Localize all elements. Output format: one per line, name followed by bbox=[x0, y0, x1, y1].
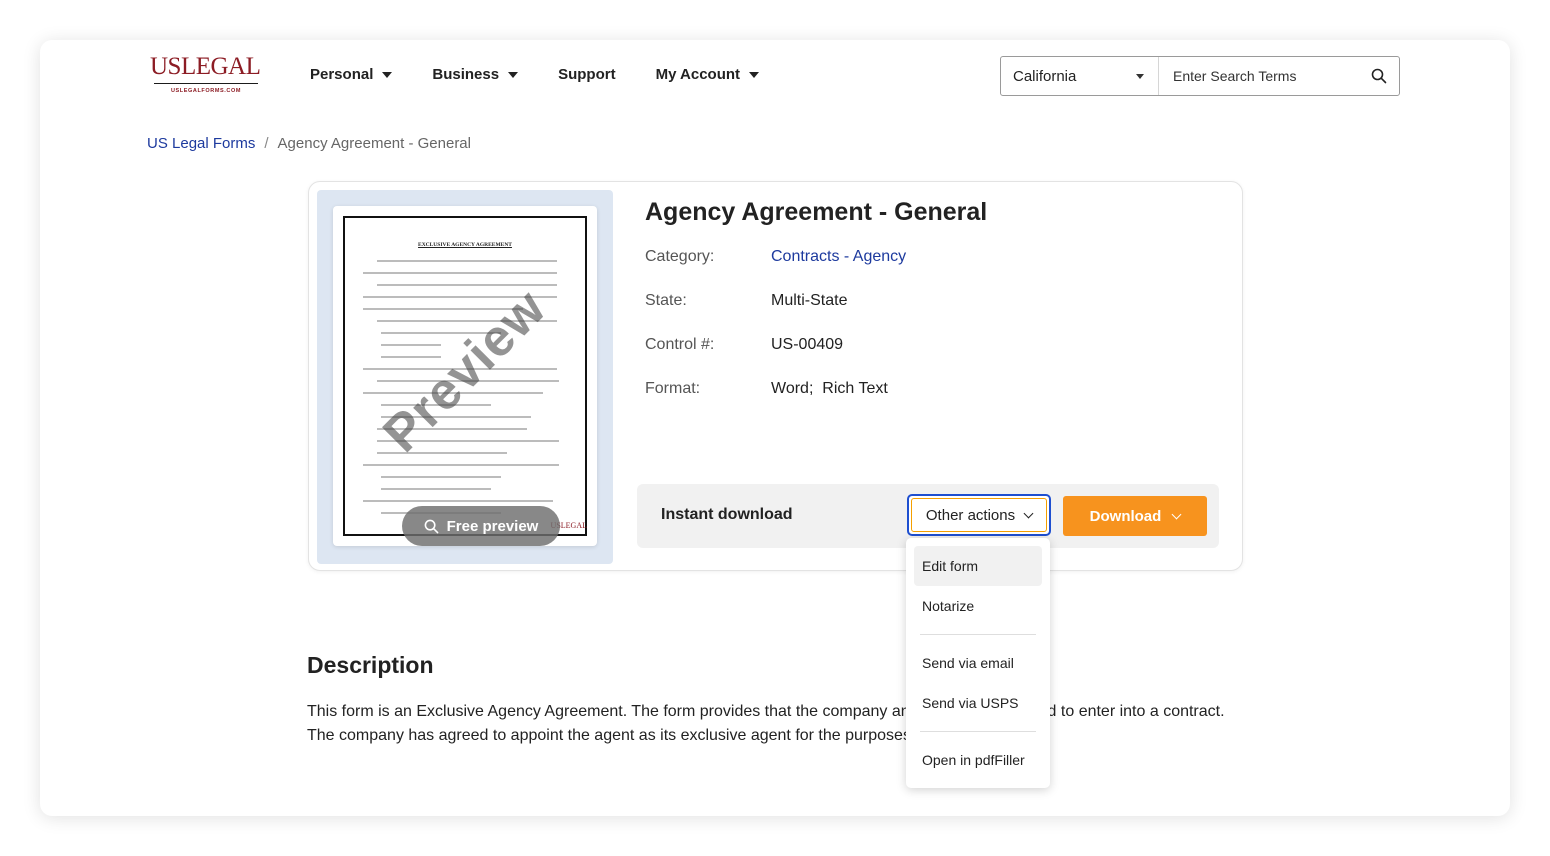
other-actions-menu: Edit form Notarize Send via email Send v… bbox=[906, 538, 1050, 788]
search-input[interactable]: Enter Search Terms bbox=[1159, 57, 1399, 95]
logo-subtext: USLEGALFORMS.COM bbox=[170, 88, 242, 94]
download-label: Download bbox=[1089, 507, 1162, 525]
search-icon[interactable] bbox=[1371, 68, 1387, 84]
document-text-line bbox=[381, 476, 501, 478]
menu-item-edit-form[interactable]: Edit form bbox=[914, 546, 1042, 586]
form-title: Agency Agreement - General bbox=[645, 198, 988, 226]
meta-control-number: Control #: US-00409 bbox=[645, 336, 843, 354]
document-thumbnail[interactable]: EXCLUSIVE AGENCY AGREEMENT Preview USLEG… bbox=[333, 206, 597, 546]
nav-business-label: Business bbox=[432, 66, 500, 83]
document-text-line bbox=[381, 356, 441, 358]
document-title: EXCLUSIVE AGENCY AGREEMENT bbox=[418, 242, 512, 248]
caret-down-icon bbox=[749, 71, 760, 78]
document-text-line bbox=[377, 284, 557, 286]
nav-personal-label: Personal bbox=[310, 66, 374, 83]
description-heading: Description bbox=[307, 652, 434, 678]
caret-down-icon bbox=[382, 71, 393, 78]
document-text-line bbox=[381, 488, 491, 490]
meta-value: Multi-State bbox=[771, 292, 848, 309]
search-icon bbox=[424, 519, 439, 533]
breadcrumb-current: Agency Agreement - General bbox=[277, 135, 471, 152]
document-text-line bbox=[363, 464, 559, 466]
breadcrumb-separator: / bbox=[264, 135, 269, 152]
caret-down-icon bbox=[1136, 73, 1144, 79]
document-text-line bbox=[377, 452, 507, 454]
main-nav: Personal Business Support My Account bbox=[310, 66, 760, 83]
chevron-down-icon bbox=[1171, 509, 1182, 519]
search-placeholder: Enter Search Terms bbox=[1173, 68, 1297, 84]
other-actions-inner: Other actions bbox=[911, 498, 1047, 532]
page-frame: USLEGAL USLEGALFORMS.COM Personal Busine… bbox=[40, 40, 1510, 816]
instant-download-label: Instant download bbox=[661, 506, 793, 523]
menu-item-notarize[interactable]: Notarize bbox=[914, 586, 1042, 626]
menu-divider bbox=[920, 634, 1036, 635]
free-preview-label: Free preview bbox=[446, 517, 539, 535]
meta-state: State: Multi-State bbox=[645, 292, 847, 310]
search-bar: California Enter Search Terms bbox=[1000, 56, 1400, 96]
meta-value: US-00409 bbox=[771, 336, 844, 353]
description-text: This form is an Exclusive Agency Agreeme… bbox=[307, 703, 1225, 744]
breadcrumb: US Legal Forms / Agency Agreement - Gene… bbox=[147, 135, 471, 152]
nav-my-account-label: My Account bbox=[655, 66, 741, 83]
state-select[interactable]: California bbox=[1001, 57, 1159, 95]
document-text-line bbox=[381, 344, 441, 346]
uslegal-logo[interactable]: USLEGAL USLEGALFORMS.COM bbox=[150, 54, 262, 98]
nav-support[interactable]: Support bbox=[558, 66, 616, 83]
meta-value: Word; Rich Text bbox=[771, 380, 888, 397]
meta-label: Control #: bbox=[645, 336, 715, 353]
document-text-line bbox=[377, 260, 557, 262]
nav-support-label: Support bbox=[558, 66, 616, 83]
meta-label: Category: bbox=[645, 248, 715, 265]
menu-item-send-usps[interactable]: Send via USPS bbox=[914, 683, 1042, 723]
document-text-line bbox=[363, 500, 553, 502]
download-button[interactable]: Download bbox=[1063, 496, 1207, 536]
other-actions-button[interactable]: Other actions bbox=[907, 494, 1051, 536]
document-text-line bbox=[363, 272, 557, 274]
menu-item-send-email[interactable]: Send via email bbox=[914, 643, 1042, 683]
other-actions-label: Other actions bbox=[925, 506, 1016, 524]
preview-panel: EXCLUSIVE AGENCY AGREEMENT Preview USLEG… bbox=[317, 190, 613, 564]
state-select-value: California bbox=[1013, 67, 1077, 85]
meta-format: Format: Word; Rich Text bbox=[645, 380, 888, 398]
menu-divider bbox=[920, 731, 1036, 732]
form-card: EXCLUSIVE AGENCY AGREEMENT Preview USLEG… bbox=[308, 181, 1243, 571]
nav-personal[interactable]: Personal bbox=[310, 66, 393, 83]
free-preview-button[interactable]: Free preview bbox=[402, 506, 560, 546]
category-link[interactable]: Contracts - Agency bbox=[771, 248, 906, 266]
breadcrumb-root-link[interactable]: US Legal Forms bbox=[147, 135, 255, 152]
chevron-down-icon bbox=[1023, 508, 1034, 518]
logo-text: USLEGAL bbox=[150, 53, 261, 80]
nav-business[interactable]: Business bbox=[432, 66, 519, 83]
meta-label: Format: bbox=[645, 380, 701, 397]
logo-rule bbox=[154, 83, 258, 84]
nav-my-account[interactable]: My Account bbox=[655, 66, 760, 83]
menu-item-open-pdffiller[interactable]: Open in pdfFiller bbox=[914, 740, 1042, 780]
meta-label: State: bbox=[645, 292, 687, 309]
meta-category: Category: Contracts - Agency bbox=[645, 248, 906, 266]
caret-down-icon bbox=[508, 71, 519, 78]
